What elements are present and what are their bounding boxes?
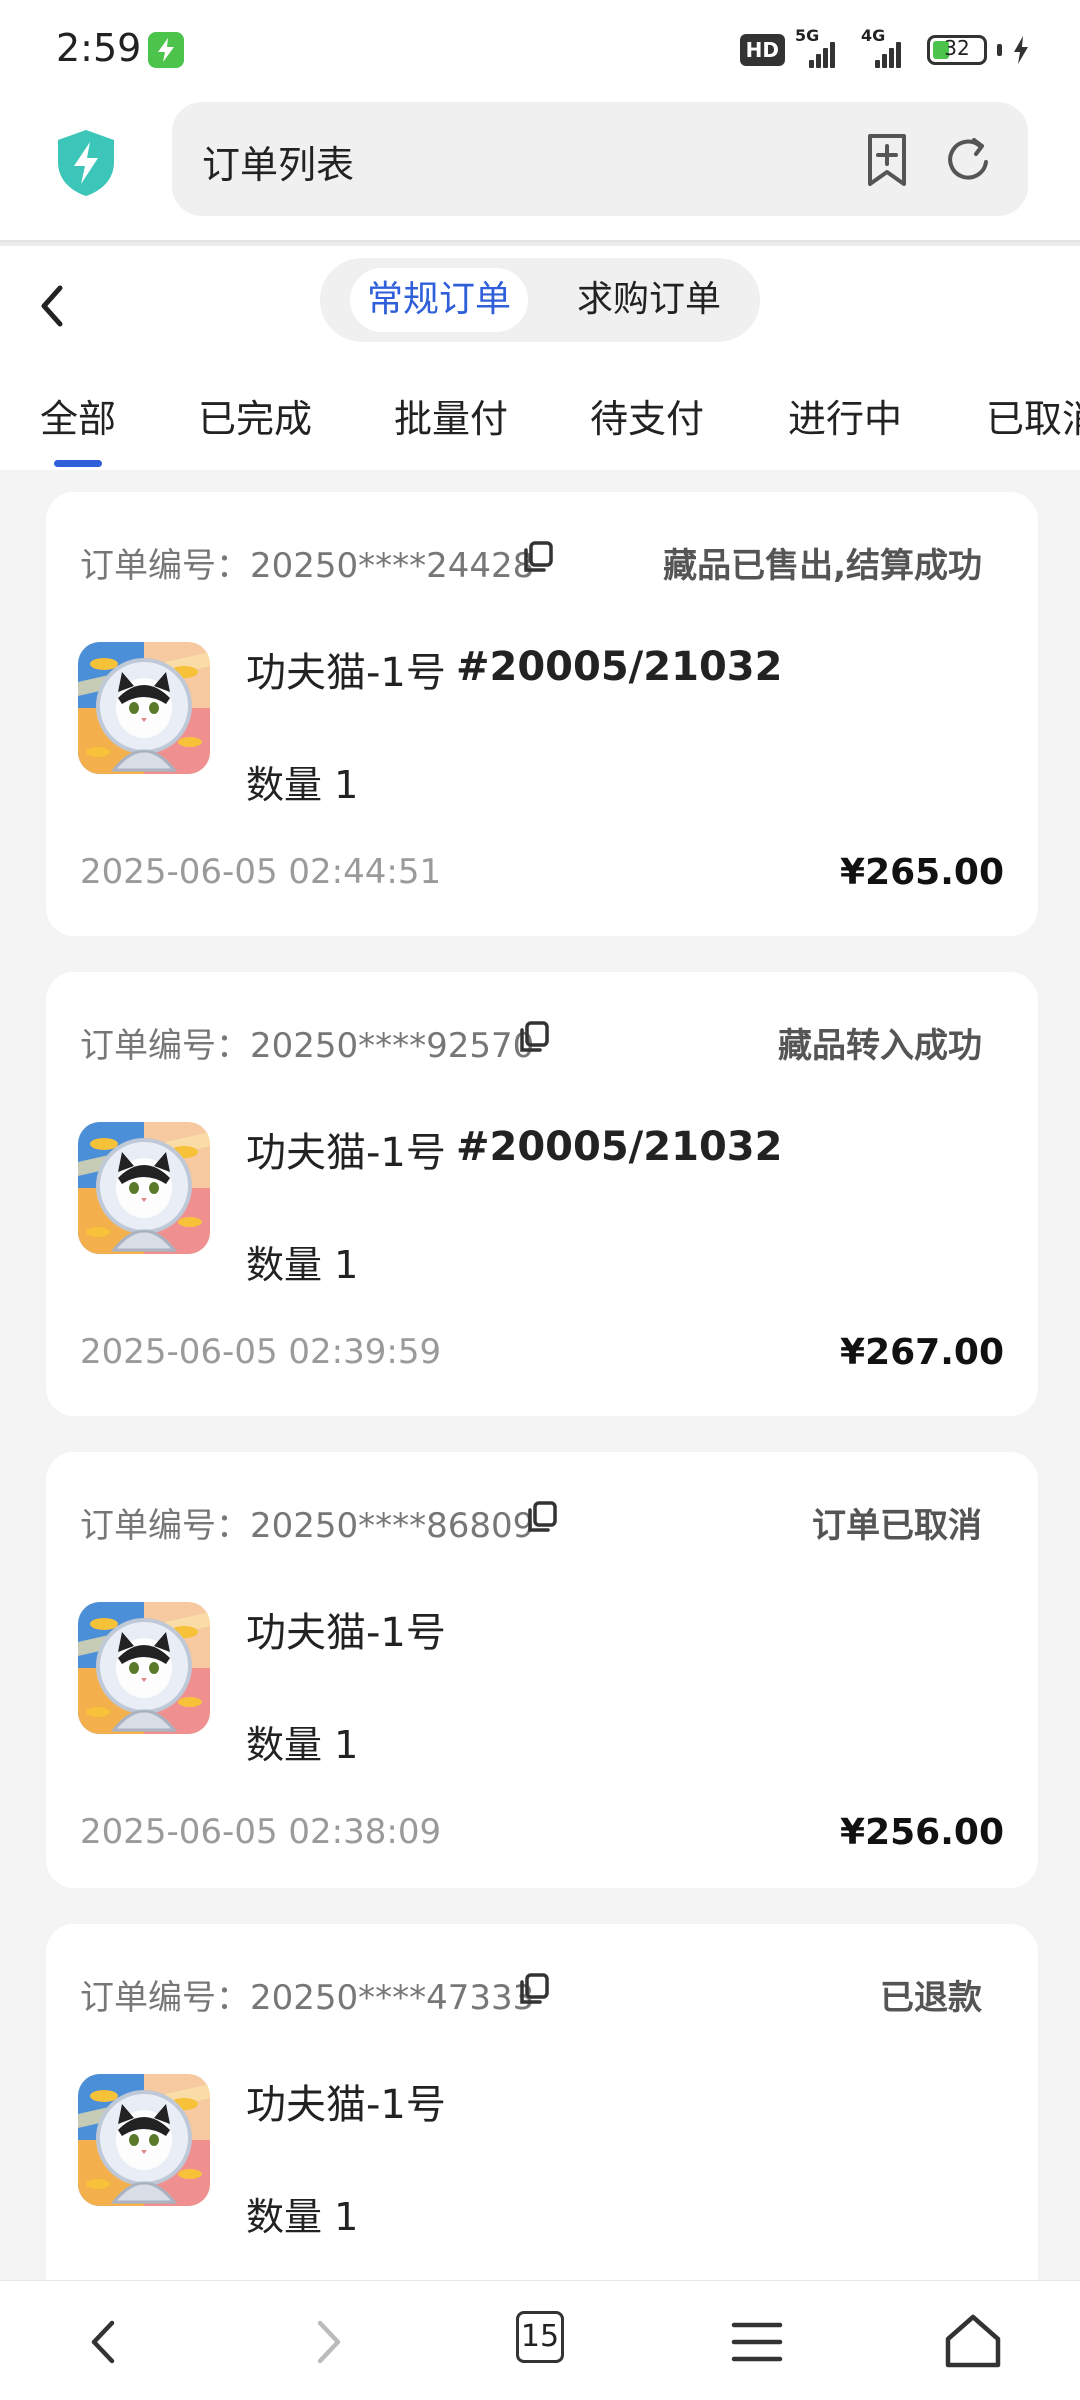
tab-in-progress[interactable]: 进行中: [788, 388, 902, 443]
tab-batch-pay[interactable]: 批量付: [394, 388, 508, 443]
order-status: 藏品已售出,结算成功: [663, 546, 982, 586]
tab-completed[interactable]: 已完成: [198, 388, 312, 443]
address-bar[interactable]: 订单列表: [172, 102, 1028, 216]
back-chevron-icon[interactable]: [24, 276, 84, 336]
product-serial: #20005/21032: [456, 1124, 783, 1170]
signal-5g-icon: 5G: [795, 26, 851, 68]
tab-all[interactable]: 全部: [40, 388, 116, 443]
segment-regular-orders[interactable]: 常规订单: [350, 268, 528, 332]
address-title: 订单列表: [202, 143, 355, 187]
segment-purchase-orders[interactable]: 求购订单: [556, 268, 742, 332]
quantity: 数量 1: [246, 1723, 359, 1767]
order-price: ¥256.00: [840, 1812, 1004, 1853]
order-date: 2025-06-05 02:39:59: [80, 1332, 442, 1372]
product-name: 功夫猫-1号: [246, 650, 446, 696]
order-number: 订单编号：20250****92570: [80, 1026, 535, 1066]
order-card[interactable]: 订单编号：20250****92570 藏品转入成功 功夫猫-1号 #20005…: [46, 972, 1038, 1416]
charging-icon: [1014, 36, 1028, 64]
copy-icon[interactable]: [526, 1500, 560, 1534]
charging-notification-icon: [148, 32, 184, 68]
order-status: 已退款: [880, 1978, 982, 2018]
browser-toolbar: 订单列表: [0, 100, 1080, 240]
order-number: 订单编号：20250****86809: [80, 1506, 535, 1546]
quantity: 数量 1: [246, 2195, 359, 2239]
order-status: 订单已取消: [812, 1506, 982, 1546]
order-type-segment: 常规订单 求购订单: [320, 258, 760, 342]
status-bar: 2:59 HD 5G 4G 32: [0, 0, 1080, 100]
product-thumbnail: [78, 2074, 210, 2206]
page-header: 常规订单 求购订单 全部 已完成 批量付 待支付 进行中 已取消: [0, 246, 1080, 470]
order-date: 2025-06-05 02:44:51: [80, 852, 442, 892]
status-time: 2:59: [56, 26, 142, 70]
tabs-count-button[interactable]: 15: [516, 2311, 564, 2363]
product-name: 功夫猫-1号: [246, 1610, 446, 1656]
battery-icon: 32: [927, 35, 987, 65]
menu-icon[interactable]: [722, 2307, 792, 2377]
order-status: 藏品转入成功: [778, 1026, 982, 1066]
order-card[interactable]: 订单编号：20250****24428 藏品已售出,结算成功 功夫猫-1号 #2…: [46, 492, 1038, 936]
shield-bolt-icon[interactable]: [54, 128, 118, 198]
home-icon[interactable]: [938, 2307, 1008, 2377]
quantity: 数量 1: [246, 1243, 359, 1287]
quantity: 数量 1: [246, 763, 359, 807]
tab-pending-payment[interactable]: 待支付: [590, 388, 704, 443]
product-thumbnail: [78, 1602, 210, 1734]
product-name: 功夫猫-1号: [246, 2082, 446, 2128]
product-serial: #20005/21032: [456, 644, 783, 690]
browser-bottom-nav: 15: [0, 2280, 1080, 2400]
order-number: 订单编号：20250****47333: [80, 1978, 535, 2018]
status-indicators: HD 5G 4G 32: [739, 26, 1030, 72]
product-thumbnail: [78, 642, 210, 774]
tab-cancelled[interactable]: 已取消: [986, 388, 1080, 443]
hd-badge: HD: [739, 34, 785, 66]
copy-icon[interactable]: [518, 1972, 552, 2006]
order-date: 2025-06-05 02:38:09: [80, 1812, 442, 1852]
signal-4g-icon: 4G: [861, 26, 917, 68]
order-price: ¥265.00: [840, 852, 1004, 893]
product-name: 功夫猫-1号: [246, 1130, 446, 1176]
copy-icon[interactable]: [518, 1020, 552, 1054]
active-tab-indicator: [54, 460, 102, 467]
bookmark-add-icon[interactable]: [862, 132, 912, 188]
back-icon[interactable]: [70, 2307, 140, 2377]
battery-tip: [997, 44, 1002, 56]
refresh-icon[interactable]: [940, 132, 996, 188]
order-card[interactable]: 订单编号：20250****86809 订单已取消 功夫猫-1号 数量 1 20…: [46, 1452, 1038, 1888]
forward-icon[interactable]: [292, 2307, 362, 2377]
order-price: ¥267.00: [840, 1332, 1004, 1373]
order-number: 订单编号：20250****24428: [80, 546, 535, 586]
copy-icon[interactable]: [522, 540, 556, 574]
product-thumbnail: [78, 1122, 210, 1254]
battery-level: 32: [944, 36, 970, 60]
